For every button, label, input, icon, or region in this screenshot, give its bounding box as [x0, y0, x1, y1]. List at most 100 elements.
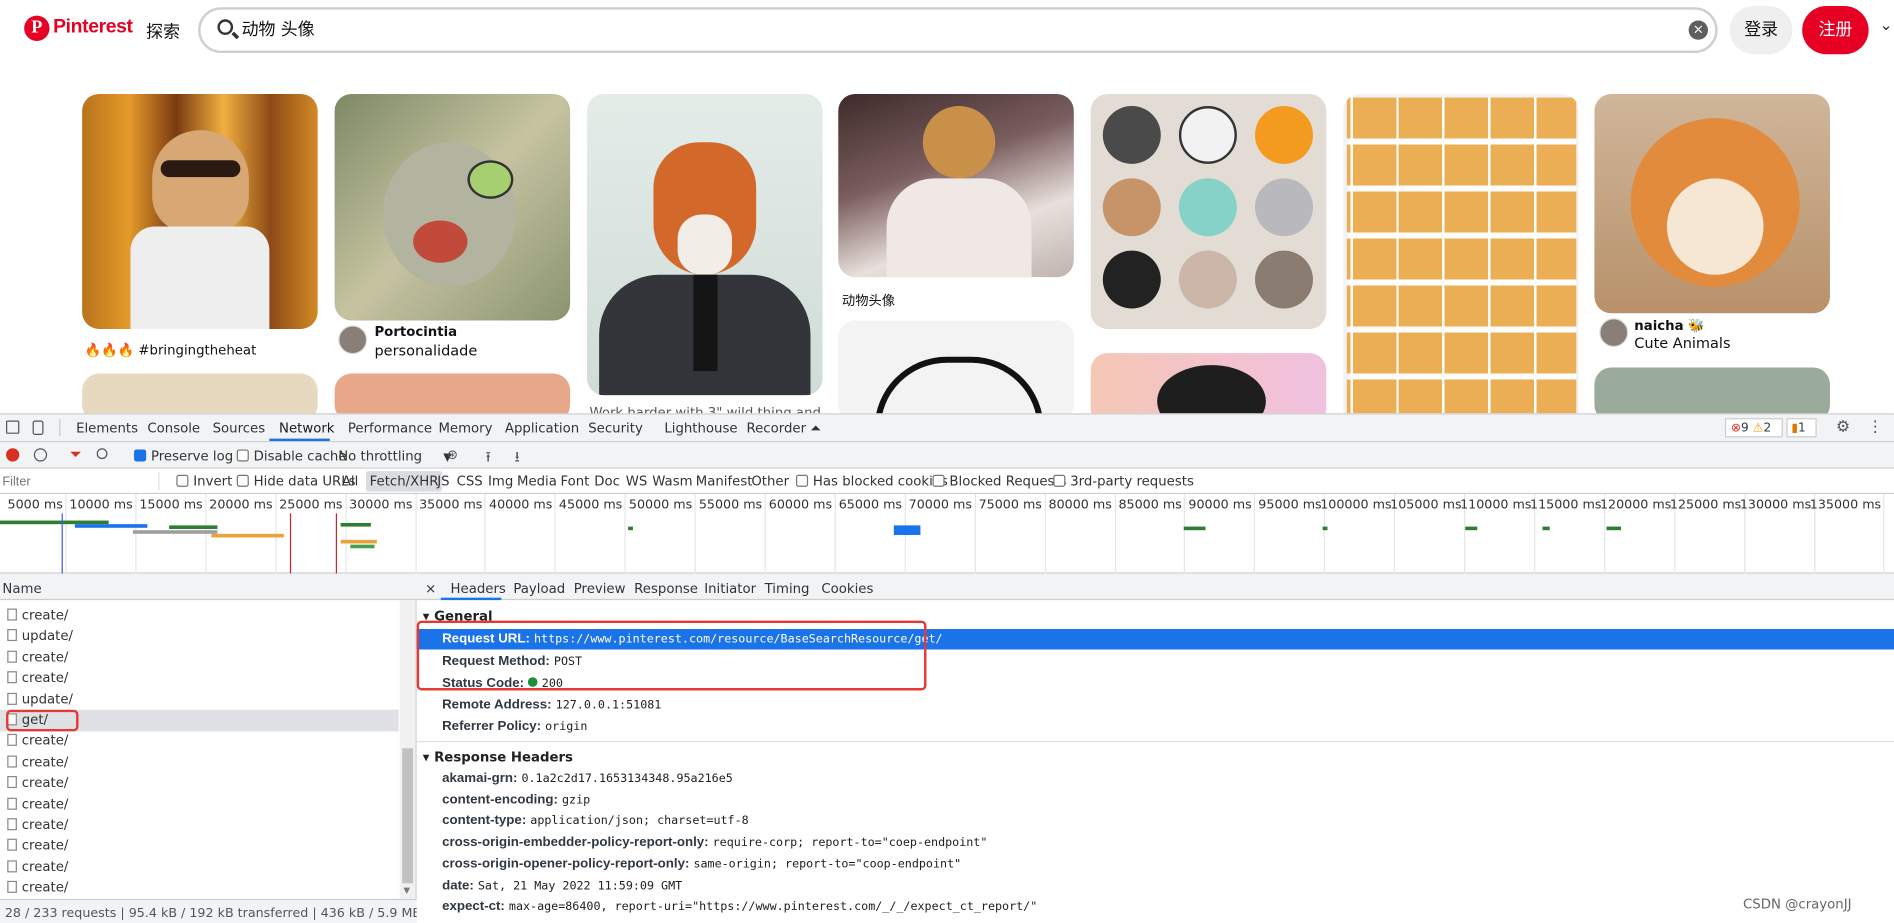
tab-recorder[interactable]: Recorder ⏶ [746, 421, 820, 438]
request-row[interactable]: create/ [0, 773, 399, 794]
request-row[interactable]: create/ [0, 647, 399, 668]
tab-timing[interactable]: Timing [765, 581, 810, 597]
tab-payload[interactable]: Payload [513, 581, 565, 597]
request-row[interactable]: create/ [0, 668, 399, 689]
request-row[interactable]: create/ [0, 605, 399, 626]
request-row[interactable]: create/ [0, 877, 399, 898]
login-button[interactable]: 登录 [1729, 6, 1793, 55]
third-party-requests-checkbox[interactable]: 3rd-party requests [1053, 474, 1194, 489]
pin-image-animal-icons[interactable] [1090, 93, 1327, 329]
column-header-name[interactable]: Name [0, 573, 417, 601]
tab-security[interactable]: Security [588, 421, 643, 437]
tab-network[interactable]: Network [279, 421, 334, 437]
tab-preview[interactable]: Preview [574, 581, 626, 597]
type-filter-other[interactable]: Other [751, 474, 789, 490]
scrollbar-thumb[interactable] [402, 748, 414, 884]
chevron-down-icon[interactable]: ⌄ [1879, 17, 1892, 35]
response-header-row[interactable]: content-encoding: gzip [442, 793, 590, 807]
pin-image-tiger[interactable] [838, 93, 1074, 278]
explore-link[interactable]: 探索 [146, 19, 180, 43]
blocked-requests-checkbox[interactable]: Blocked Requests [932, 474, 1067, 489]
avatar[interactable] [338, 325, 368, 355]
type-filter-js[interactable]: JS [437, 474, 449, 490]
request-row[interactable]: create/ [0, 731, 399, 752]
response-header-row[interactable]: content-type: application/json; charset=… [442, 814, 749, 828]
pinterest-logo-icon[interactable]: P [24, 15, 50, 41]
filter-icon[interactable]: ⏷ [70, 446, 82, 464]
tab-performance[interactable]: Performance [348, 421, 432, 437]
response-header-row[interactable]: cross-origin-opener-policy-report-only: … [442, 857, 961, 871]
request-row[interactable]: update/ [0, 626, 399, 647]
response-header-row[interactable]: expect-ct: max-age=86400, report-uri="ht… [442, 899, 1037, 913]
type-filter-doc[interactable]: Doc [594, 474, 620, 490]
tab-memory[interactable]: Memory [438, 421, 492, 437]
type-filter-wasm[interactable]: Wasm [652, 474, 692, 490]
has-blocked-cookies-checkbox[interactable]: Has blocked cookies [796, 474, 948, 489]
scroll-down-icon[interactable]: ▼ [403, 886, 410, 896]
export-har-icon[interactable]: ⭳ [515, 446, 520, 471]
pin-image-tiger-logos[interactable] [1343, 93, 1579, 414]
import-har-icon[interactable]: ⭱ [486, 446, 491, 471]
device-toolbar-icon[interactable] [32, 420, 44, 436]
type-filter-ws[interactable]: WS [626, 474, 648, 490]
pin-image-sketch[interactable] [838, 320, 1074, 422]
pin-image-dog-hoodie[interactable] [82, 93, 318, 329]
hide-data-urls-checkbox[interactable]: Hide data URLs [236, 474, 356, 489]
tab-console[interactable]: Console [147, 421, 200, 437]
pin-author[interactable]: naicha 🐝 [1634, 318, 1704, 334]
pin-image-shiba[interactable] [1594, 93, 1830, 314]
pinterest-wordmark[interactable]: Pinterest [53, 17, 133, 39]
invert-checkbox[interactable]: Invert [176, 474, 232, 489]
pin-image-fox-suit[interactable] [587, 93, 823, 396]
response-header-row[interactable]: date: Sat, 21 May 2022 11:59:09 GMT [442, 878, 682, 892]
pin-author[interactable]: Portocintia [374, 324, 457, 340]
avatar[interactable] [1599, 318, 1629, 348]
tab-initiator[interactable]: Initiator [704, 581, 756, 597]
pin-image-cat[interactable] [334, 93, 571, 321]
inspect-element-icon[interactable] [6, 420, 20, 434]
filter-input[interactable] [2, 472, 160, 491]
request-row[interactable]: create/ [0, 794, 399, 815]
disable-cache-checkbox[interactable]: Disable cache [236, 448, 347, 464]
clear-search-icon[interactable]: × [1688, 20, 1708, 40]
tab-application[interactable]: Application [505, 421, 579, 437]
request-row[interactable]: create/ [0, 752, 399, 773]
request-row[interactable]: create/ [0, 857, 399, 878]
type-filter-css[interactable]: CSS [457, 474, 483, 490]
network-conditions-icon[interactable]: ⊛ [447, 447, 458, 463]
clear-icon[interactable] [33, 448, 48, 462]
tab-cookies[interactable]: Cookies [821, 581, 873, 597]
tab-headers[interactable]: Headers [451, 581, 506, 597]
type-filter-manifest[interactable]: Manifest [696, 474, 753, 490]
search-network-icon[interactable] [96, 448, 108, 460]
type-filter-all[interactable]: All [342, 474, 358, 490]
issues-badge[interactable]: ▮1 [1786, 418, 1817, 438]
search-input[interactable] [241, 19, 1571, 39]
type-filter-img[interactable]: Img [488, 474, 513, 490]
remote-address-row[interactable]: Remote Address: 127.0.0.1:51081 [442, 698, 661, 712]
error-warning-badge[interactable]: ⊗9 ⚠2 [1724, 418, 1783, 438]
response-header-row[interactable]: cross-origin-embedder-policy-report-only… [442, 835, 987, 849]
tab-lighthouse[interactable]: Lighthouse [664, 421, 737, 437]
request-row[interactable]: update/ [0, 689, 399, 710]
search-bar[interactable]: × [198, 7, 1718, 54]
type-filter-font[interactable]: Font [560, 474, 589, 490]
response-headers-section-toggle[interactable]: ▾ Response Headers [423, 750, 573, 766]
close-details-icon[interactable]: × [425, 581, 436, 597]
tab-elements[interactable]: Elements [76, 421, 138, 437]
signup-button[interactable]: 注册 [1802, 6, 1869, 55]
request-row[interactable]: create/ [0, 815, 399, 836]
type-filter-fetch-xhr[interactable]: Fetch/XHR [365, 471, 443, 492]
tab-sources[interactable]: Sources [213, 421, 266, 437]
throttling-select[interactable]: No throttling ▼ [338, 448, 451, 464]
more-menu-icon[interactable]: ⋮ [1867, 418, 1883, 436]
settings-gear-icon[interactable]: ⚙ [1836, 418, 1850, 436]
preserve-log-checkbox[interactable]: Preserve log [134, 448, 233, 464]
tab-response[interactable]: Response [634, 581, 698, 597]
request-row[interactable]: create/ [0, 836, 399, 857]
type-filter-media[interactable]: Media [517, 474, 557, 490]
network-overview-timeline[interactable]: 5000 ms 10000 ms 15000 ms 20000 ms 25000 ms 3… [0, 494, 1894, 574]
referrer-policy-row[interactable]: Referrer Policy: origin [442, 719, 587, 733]
response-header-row[interactable]: akamai-grn: 0.1a2c2d17.1653134348.95a216… [442, 771, 733, 785]
record-icon[interactable] [6, 448, 20, 462]
